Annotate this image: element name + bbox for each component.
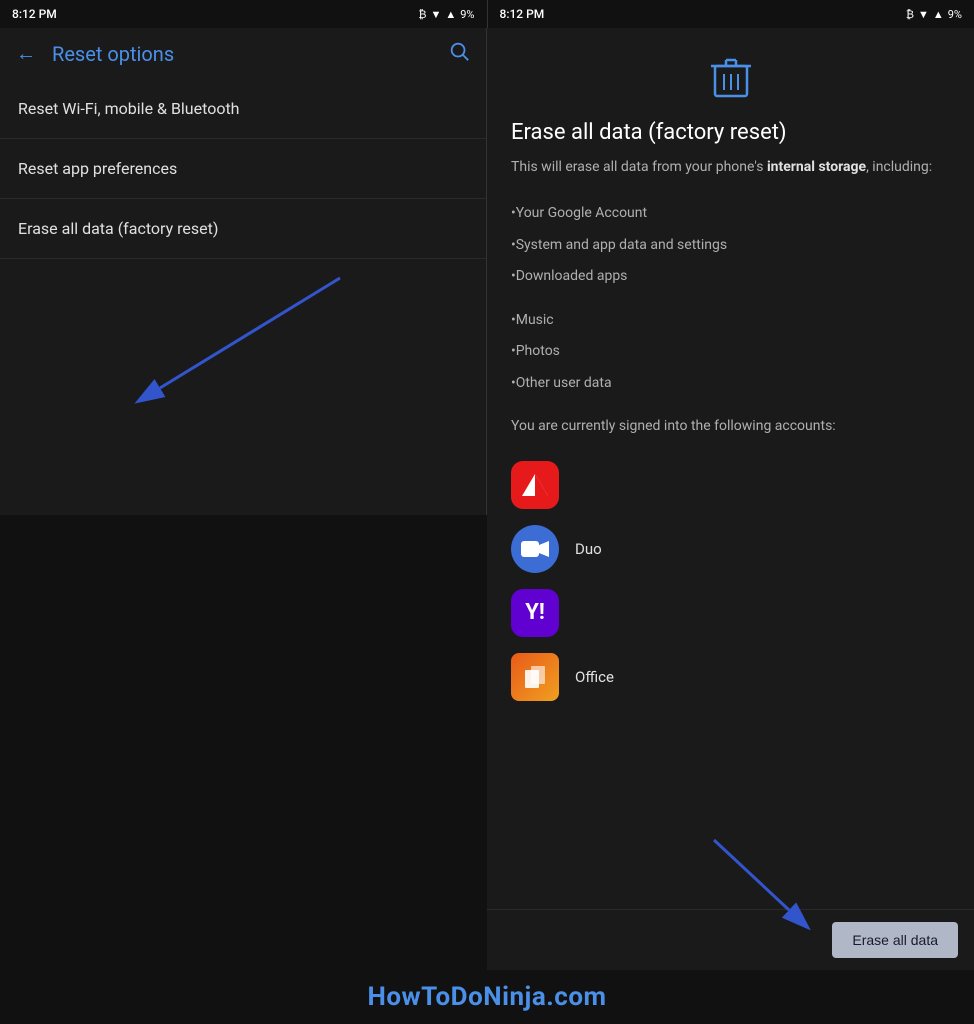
left-time: 8:12 PM (12, 7, 57, 21)
back-button[interactable]: ← (16, 41, 36, 66)
erase-item-1: •System and app data and settings (511, 230, 950, 262)
screen-title: Reset options (52, 42, 432, 66)
account-item-office: Office (511, 645, 950, 709)
reset-options-screen: ← Reset options Reset Wi-Fi, mobile & Bl… (0, 28, 487, 515)
screens-container: ← Reset options Reset Wi-Fi, mobile & Bl… (0, 28, 974, 970)
right-signal-icon: ▲ (933, 8, 944, 21)
status-bars: 8:12 PM ₿ ▼ ▲ 9% 8:12 PM ₿ ▼ ▲ 9% (0, 0, 974, 28)
duo-icon (511, 525, 559, 573)
erase-all-data-button[interactable]: Erase all data (832, 922, 958, 958)
erase-list: •Your Google Account •System and app dat… (511, 198, 950, 400)
bottom-bar: Erase all data (487, 909, 974, 970)
right-battery-icon: 9% (948, 8, 962, 21)
menu-list: Reset Wi-Fi, mobile & Bluetooth Reset ap… (0, 79, 486, 515)
adobe-icon (511, 461, 559, 509)
account-item-yahoo: Y! (511, 581, 950, 645)
accounts-description: You are currently signed into the follow… (511, 416, 950, 437)
menu-item-app-prefs[interactable]: Reset app preferences (0, 139, 486, 199)
menu-item-factory-reset[interactable]: Erase all data (factory reset) (0, 199, 486, 259)
erase-description: This will erase all data from your phone… (511, 157, 950, 178)
right-status-bar: 8:12 PM ₿ ▼ ▲ 9% (487, 0, 974, 28)
left-status-icons: ₿ ▼ ▲ 9% (418, 8, 474, 21)
watermark: HowToDoNinja.com (0, 970, 974, 1024)
search-button[interactable] (448, 40, 470, 67)
erase-content: Erase all data (factory reset) This will… (487, 28, 974, 909)
erase-item-5: •Other user data (511, 368, 950, 400)
account-item-duo: Duo (511, 517, 950, 581)
left-status-bar: 8:12 PM ₿ ▼ ▲ 9% (0, 0, 487, 28)
right-time: 8:12 PM (500, 7, 545, 21)
erase-item-2: •Downloaded apps (511, 261, 950, 293)
erase-item-3: •Music (511, 305, 950, 337)
erase-item-0: •Your Google Account (511, 198, 950, 230)
menu-item-wifi[interactable]: Reset Wi-Fi, mobile & Bluetooth (0, 79, 486, 139)
right-wifi-icon: ▼ (918, 8, 929, 21)
battery-icon: 9% (460, 8, 474, 21)
bluetooth-icon: ₿ (418, 8, 426, 21)
accounts-section: You are currently signed into the follow… (511, 416, 950, 709)
toolbar: ← Reset options (0, 28, 486, 79)
account-item-adobe (511, 453, 950, 517)
signal-icon: ▲ (445, 8, 456, 21)
right-panel: Erase all data (factory reset) This will… (487, 28, 974, 970)
office-label: Office (575, 668, 614, 686)
right-status-icons: ₿ ▼ ▲ 9% (906, 8, 962, 21)
wifi-icon: ▼ (430, 8, 441, 21)
erase-item-4: •Photos (511, 336, 950, 368)
office-icon (511, 653, 559, 701)
erase-title: Erase all data (factory reset) (511, 120, 950, 145)
trash-icon (711, 56, 751, 100)
duo-label: Duo (575, 540, 602, 558)
right-bluetooth-icon: ₿ (906, 8, 914, 21)
trash-icon-wrapper (511, 56, 950, 104)
yahoo-icon: Y! (511, 589, 559, 637)
left-panel: ← Reset options Reset Wi-Fi, mobile & Bl… (0, 28, 487, 970)
